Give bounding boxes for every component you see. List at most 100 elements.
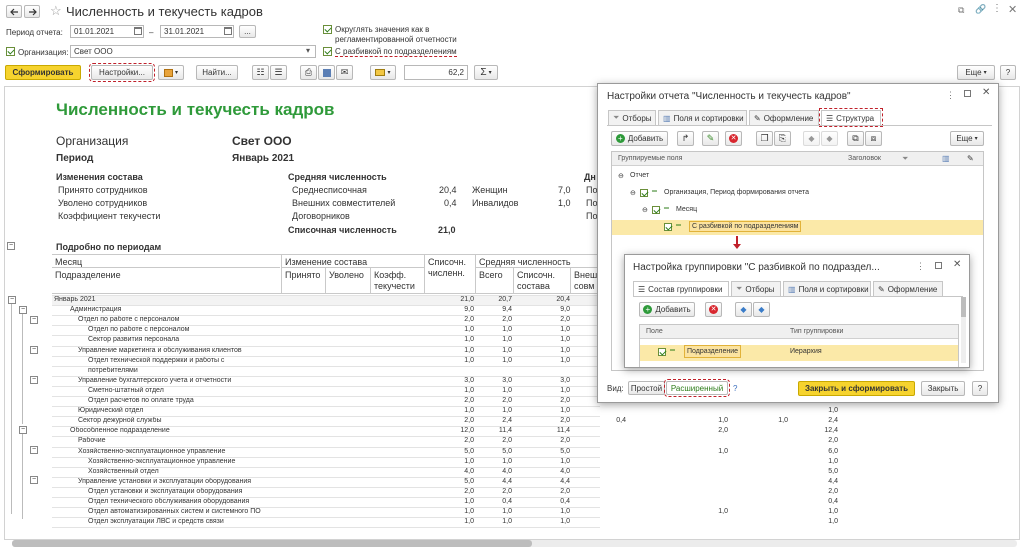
add-grouping-button[interactable]: + Добавить xyxy=(611,131,668,146)
date-from-field[interactable]: 01.01.2021 xyxy=(70,25,144,38)
help-button[interactable]: ? xyxy=(1000,65,1016,80)
more-button[interactable]: Еще ▾ xyxy=(957,65,995,80)
grouping-scrollbar[interactable] xyxy=(961,297,966,363)
view-simple-button[interactable]: Простой xyxy=(628,381,665,395)
organization-checkbox[interactable] xyxy=(6,47,15,56)
highlight-button[interactable]: ▾ xyxy=(370,65,396,80)
grouping-add-button[interactable]: + Добавить xyxy=(639,302,695,317)
view-help-link[interactable]: ? xyxy=(733,384,737,393)
row-avg-value: 9,0 xyxy=(560,306,570,314)
breakdown-label[interactable]: С разбивкой по подразделениям xyxy=(335,47,457,57)
grouping-dialog: Настройка группировки "С разбивкой по по… xyxy=(624,254,970,368)
tree-item-month[interactable]: Месяц xyxy=(676,206,697,213)
dialog-menu-icon[interactable]: ⋮ xyxy=(946,90,955,101)
breakdown-checkbox[interactable] xyxy=(323,47,332,56)
favorite-star-icon[interactable]: ☆ xyxy=(50,3,62,19)
grouping-up-button[interactable]: ◆ xyxy=(735,302,752,317)
row-total-value: 2,0 xyxy=(502,397,512,404)
tab-fields[interactable]: ▥ Поля и сортировки xyxy=(658,110,747,125)
sum-button[interactable]: Σ ▾ xyxy=(474,65,498,80)
period-select-button[interactable]: ... xyxy=(239,25,256,38)
copy-button[interactable]: ❐ xyxy=(756,131,773,146)
grouping-col-field: Поле xyxy=(646,328,663,335)
tab-grouping-filters[interactable]: ⏷ Отборы xyxy=(731,281,781,296)
tree-report-toggle[interactable]: ⊖ xyxy=(618,172,624,180)
find-button[interactable]: Найти... xyxy=(196,65,238,80)
print-button[interactable]: ⎙ xyxy=(300,65,317,80)
dialog-more-button[interactable]: Еще ▾ xyxy=(950,131,984,146)
chevron-down-icon[interactable]: ▾ xyxy=(306,46,310,55)
paste-button[interactable]: ⎘ xyxy=(774,131,791,146)
close-and-generate-button[interactable]: Закрыть и сформировать xyxy=(798,381,915,396)
grouping-add-label: Добавить xyxy=(655,305,691,314)
row-dept-name: Отдел эксплуатации ЛВС и средств связи xyxy=(88,518,224,526)
tab-grouping-design[interactable]: ✎ Оформление xyxy=(873,281,943,296)
expand-groups-button[interactable]: ☷ xyxy=(252,65,269,80)
expand-icon: ☷ xyxy=(256,67,265,77)
group-button[interactable]: ⧉ xyxy=(847,131,864,146)
grouping-maximize-icon[interactable] xyxy=(935,262,942,269)
row-total-value: 1,0 xyxy=(502,508,512,516)
date-to-field[interactable]: 31.01.2021 xyxy=(160,25,234,38)
round-values-checkbox[interactable] xyxy=(323,25,332,34)
move-up-button[interactable]: ◆ xyxy=(803,131,820,146)
hired-label: Принято сотрудников xyxy=(58,185,148,195)
send-button[interactable]: ✉ xyxy=(336,65,353,80)
tab-filters[interactable]: ⏷ Отборы xyxy=(608,110,656,125)
grouping-row-type[interactable]: Иерархия xyxy=(790,348,822,355)
row-avg-value: 4,4 xyxy=(560,477,570,485)
grouping-row-checkbox[interactable] xyxy=(658,348,666,356)
collapse-groups-button[interactable]: ☰ xyxy=(270,65,287,80)
view-extended-button[interactable]: Расширенный xyxy=(664,379,730,397)
detail-header: Подробно по периодам xyxy=(56,242,162,252)
move-down-button[interactable]: ◆ xyxy=(821,131,838,146)
dialog-close-icon[interactable]: ✕ xyxy=(982,87,990,98)
grouping-delete-button[interactable]: ✕ xyxy=(705,302,722,317)
grouping-row-field[interactable]: Подразделение xyxy=(684,345,742,358)
tree-month-checkbox[interactable] xyxy=(652,206,660,214)
dialog-maximize-icon[interactable] xyxy=(964,90,971,97)
tree-item-breakdown[interactable]: С разбивкой по подразделениям xyxy=(689,221,802,232)
tree-org-toggle[interactable]: ⊖ xyxy=(630,189,636,197)
close-button[interactable]: Закрыть xyxy=(921,381,965,396)
grouping-close-icon[interactable]: ✕ xyxy=(953,259,961,270)
tree-breakdown-checkbox[interactable] xyxy=(664,223,672,231)
col-avglist-1: Списочн. xyxy=(517,270,555,280)
tree-month-toggle[interactable]: ⊖ xyxy=(642,206,648,214)
tab-grouping-fields[interactable]: ▥ Поля и сортировки xyxy=(783,281,871,296)
grouping-menu-icon[interactable]: ⋮ xyxy=(916,261,925,272)
tree-org-checkbox[interactable] xyxy=(640,189,648,197)
tree-item-org[interactable]: Организация, Период формирования отчета xyxy=(664,189,809,196)
report-scrollbar[interactable] xyxy=(12,540,1017,547)
delete-button[interactable]: ✕ xyxy=(725,131,742,146)
open-new-window-icon[interactable]: ⧉ xyxy=(958,5,964,16)
row-avg-value: 3,0 xyxy=(560,376,570,384)
tree-item-report[interactable]: Отчет xyxy=(630,172,649,179)
calendar-to-icon[interactable] xyxy=(224,27,232,35)
close-window-icon[interactable]: ✕ xyxy=(1008,3,1017,16)
detail-group-toggle[interactable]: − xyxy=(7,242,15,250)
settings-button[interactable]: Настройки... xyxy=(89,63,155,82)
variant-button[interactable]: ▾ xyxy=(158,65,184,80)
back-button[interactable] xyxy=(6,5,22,18)
forward-button[interactable] xyxy=(24,5,40,18)
tab-grouping-contents[interactable]: ☰ Состав группировки xyxy=(633,281,729,296)
save-button[interactable] xyxy=(318,65,335,80)
edit-button[interactable]: ✎ xyxy=(702,131,719,146)
link-icon[interactable]: 🔗 xyxy=(975,4,986,15)
move-level-button[interactable]: ↱ xyxy=(677,131,694,146)
generate-button[interactable]: Сформировать xyxy=(5,65,81,80)
row-avg-value: 2,0 xyxy=(560,437,570,445)
row-total-value: 1,0 xyxy=(502,457,512,465)
tab-structure[interactable]: ☰ Структура xyxy=(819,108,883,127)
window-menu-icon[interactable]: ⋮ xyxy=(992,3,1002,14)
ungroup-button[interactable]: ⧈ xyxy=(865,131,882,146)
tab-design[interactable]: ✎ Оформление xyxy=(749,110,819,125)
tab-grouping-fields-label: Поля и сортировки xyxy=(798,284,869,294)
scale-field[interactable]: 62,2 xyxy=(404,65,468,80)
grouping-down-button[interactable]: ◆ xyxy=(753,302,770,317)
dialog-help-button[interactable]: ? xyxy=(972,381,988,396)
organization-field[interactable]: Свет ООО xyxy=(70,45,316,58)
row-total-value: 2,0 xyxy=(502,316,512,324)
calendar-from-icon[interactable] xyxy=(134,27,142,35)
